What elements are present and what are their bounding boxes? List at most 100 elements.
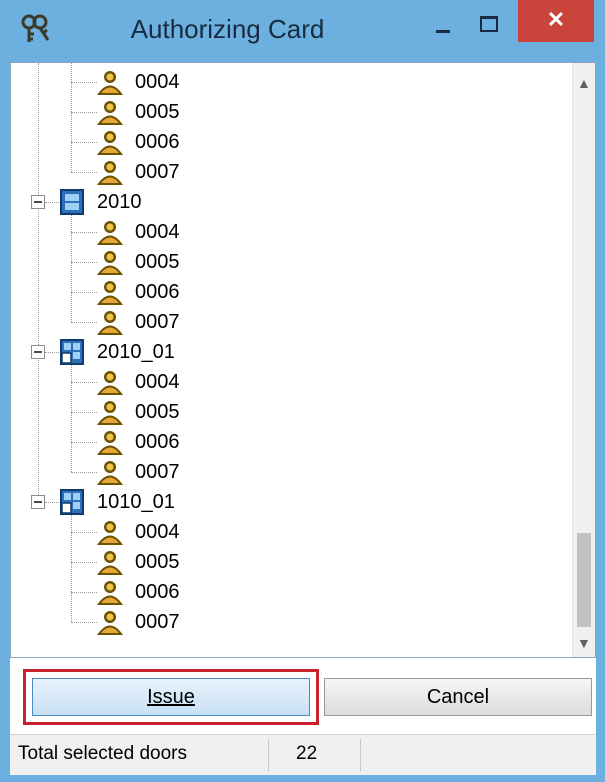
door-grid-icon bbox=[59, 339, 85, 365]
tree-branch-line bbox=[71, 322, 97, 323]
tree-user-node[interactable]: 0004 bbox=[97, 217, 180, 247]
tree-child-line bbox=[71, 515, 72, 622]
tree-user-label: 0006 bbox=[135, 430, 180, 453]
tree-branch-line bbox=[71, 172, 97, 173]
tree-user-node[interactable]: 0005 bbox=[97, 547, 180, 577]
tree-user-label: 0006 bbox=[135, 580, 180, 603]
tree-door-label: 2010_01 bbox=[97, 340, 175, 363]
tree-branch-line bbox=[71, 142, 97, 143]
tree-child-line bbox=[71, 215, 72, 322]
tree-user-label: 0005 bbox=[135, 100, 180, 123]
user-icon bbox=[97, 219, 123, 245]
door-tree[interactable]: ▲ ▼ 0004 0005 0006 0007 2010 0004 0005 0006 0007… bbox=[10, 62, 596, 658]
tree-user-label: 0007 bbox=[135, 160, 180, 183]
user-icon bbox=[97, 459, 123, 485]
tree-branch-line bbox=[71, 532, 97, 533]
status-label: Total selected doors bbox=[18, 743, 187, 764]
collapse-toggle[interactable] bbox=[31, 195, 45, 209]
client-area: ▲ ▼ 0004 0005 0006 0007 2010 0004 0005 0006 0007… bbox=[10, 62, 596, 775]
user-icon bbox=[97, 369, 123, 395]
user-icon bbox=[97, 69, 123, 95]
user-icon bbox=[97, 309, 123, 335]
tree-branch-line bbox=[71, 292, 97, 293]
tree-root-line bbox=[38, 63, 39, 495]
authorizing-card-window: Authorizing Card ✕ ▲ ▼ 0004 0005 0006 0007 2… bbox=[0, 0, 605, 782]
window-title: Authorizing Card bbox=[130, 14, 325, 44]
user-icon bbox=[97, 549, 123, 575]
tree-branch-line bbox=[71, 82, 97, 83]
tree-user-label: 0007 bbox=[135, 460, 180, 483]
tree-user-node[interactable]: 0006 bbox=[97, 427, 180, 457]
scroll-up-icon[interactable]: ▲ bbox=[577, 75, 591, 91]
user-icon bbox=[97, 519, 123, 545]
tree-user-label: 0006 bbox=[135, 280, 180, 303]
user-icon bbox=[97, 429, 123, 455]
cancel-button[interactable]: Cancel bbox=[324, 678, 592, 716]
tree-branch-line bbox=[71, 472, 97, 473]
tree-branch-line bbox=[71, 262, 97, 263]
user-icon bbox=[97, 249, 123, 275]
door-icon bbox=[59, 189, 85, 215]
tree-user-node[interactable]: 0005 bbox=[97, 397, 180, 427]
door-grid-icon bbox=[59, 489, 85, 515]
status-count: 22 bbox=[296, 743, 318, 764]
tree-branch-line bbox=[71, 382, 97, 383]
tree-user-node[interactable]: 0006 bbox=[97, 577, 180, 607]
maximize-button[interactable] bbox=[474, 12, 502, 34]
title-bar[interactable]: Authorizing Card ✕ bbox=[0, 0, 605, 62]
cancel-button-label: Cancel bbox=[426, 686, 490, 708]
tree-user-label: 0005 bbox=[135, 400, 180, 423]
tree-user-label: 0004 bbox=[135, 520, 180, 543]
status-separator bbox=[268, 739, 269, 771]
tree-child-line bbox=[71, 365, 72, 472]
minimize-button[interactable] bbox=[430, 14, 458, 34]
tree-user-label: 0004 bbox=[135, 370, 180, 393]
tree-user-node[interactable]: 0005 bbox=[97, 247, 180, 277]
tree-child-line bbox=[71, 63, 72, 172]
tree-user-label: 0005 bbox=[135, 550, 180, 573]
tree-door-label: 1010_01 bbox=[97, 490, 175, 513]
tree-user-node[interactable]: 0005 bbox=[97, 97, 180, 127]
close-button[interactable]: ✕ bbox=[518, 0, 594, 42]
scroll-down-icon[interactable]: ▼ bbox=[577, 635, 591, 651]
tree-user-label: 0007 bbox=[135, 310, 180, 333]
issue-button-label: Issue bbox=[147, 686, 195, 708]
user-icon bbox=[97, 579, 123, 605]
scroll-thumb[interactable] bbox=[577, 533, 591, 627]
tree-door-label: 2010 bbox=[97, 190, 142, 213]
tree-branch-line bbox=[71, 232, 97, 233]
tree-user-node[interactable]: 0007 bbox=[97, 157, 180, 187]
user-icon bbox=[97, 399, 123, 425]
tree-door-node[interactable]: 1010_01 bbox=[59, 487, 175, 517]
collapse-toggle[interactable] bbox=[31, 345, 45, 359]
tree-branch-line bbox=[71, 622, 97, 623]
vertical-scrollbar[interactable]: ▲ ▼ bbox=[572, 63, 595, 657]
tree-user-label: 0006 bbox=[135, 130, 180, 153]
close-icon: ✕ bbox=[546, 7, 566, 32]
status-separator bbox=[360, 739, 361, 771]
tree-user-node[interactable]: 0007 bbox=[97, 457, 180, 487]
user-icon bbox=[97, 279, 123, 305]
tree-branch-line bbox=[45, 352, 59, 353]
tree-user-node[interactable]: 0006 bbox=[97, 127, 180, 157]
tree-user-node[interactable]: 0007 bbox=[97, 607, 180, 637]
tree-user-node[interactable]: 0006 bbox=[97, 277, 180, 307]
user-icon bbox=[97, 99, 123, 125]
tree-door-node[interactable]: 2010 bbox=[59, 187, 142, 217]
tree-user-node[interactable]: 0004 bbox=[97, 367, 180, 397]
tree-door-node[interactable]: 2010_01 bbox=[59, 337, 175, 367]
tree-branch-line bbox=[71, 592, 97, 593]
tree-user-node[interactable]: 0004 bbox=[97, 517, 180, 547]
issue-button[interactable]: Issue bbox=[32, 678, 310, 716]
collapse-toggle[interactable] bbox=[31, 495, 45, 509]
tree-user-label: 0005 bbox=[135, 250, 180, 273]
tree-branch-line bbox=[45, 502, 59, 503]
user-icon bbox=[97, 159, 123, 185]
tree-user-node[interactable]: 0007 bbox=[97, 307, 180, 337]
status-bar: Total selected doors 22 bbox=[10, 734, 596, 775]
user-icon bbox=[97, 129, 123, 155]
tree-user-node[interactable]: 0004 bbox=[97, 67, 180, 97]
tree-branch-line bbox=[71, 562, 97, 563]
tree-user-label: 0007 bbox=[135, 610, 180, 633]
tree-user-label: 0004 bbox=[135, 220, 180, 243]
